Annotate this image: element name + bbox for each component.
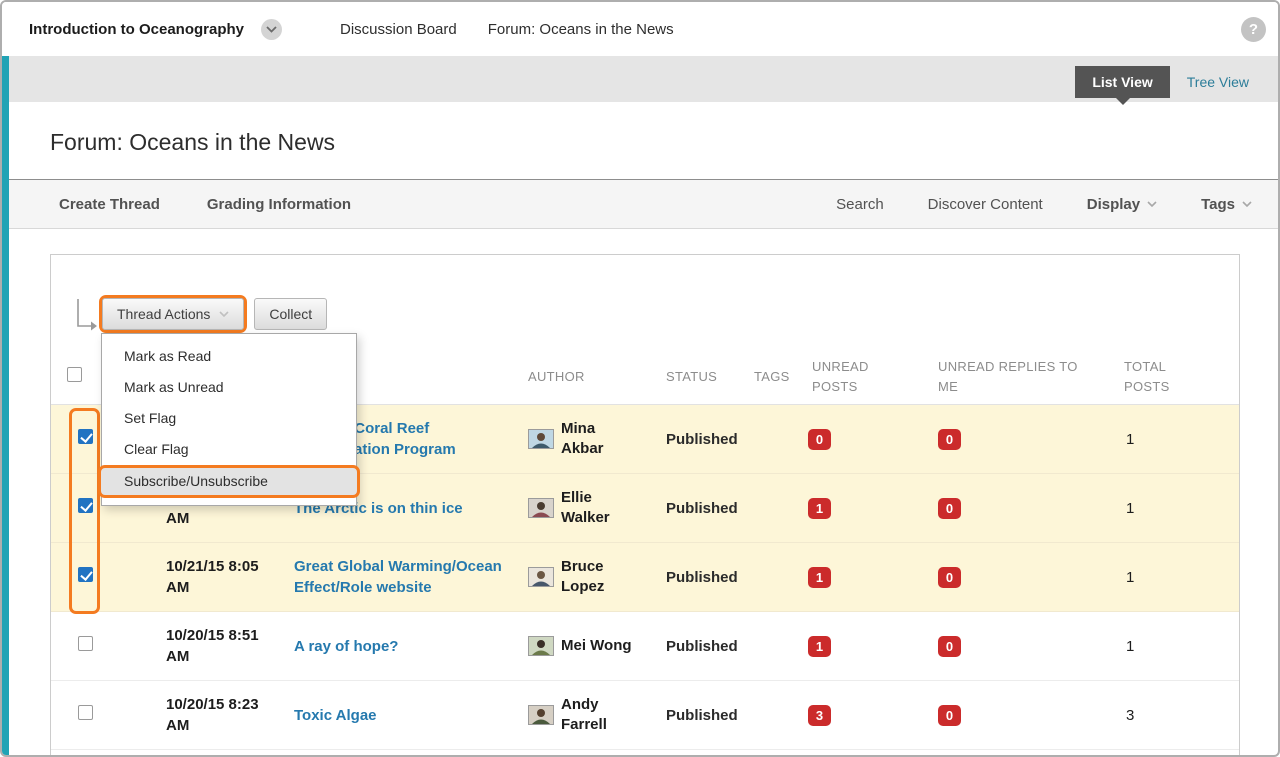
display-dropdown[interactable]: Display (1087, 196, 1157, 213)
breadcrumb: Discussion Board Forum: Oceans in the Ne… (340, 21, 674, 38)
thread-link[interactable]: Toxic Algae (294, 705, 377, 726)
chevron-down-icon (1147, 201, 1157, 207)
total-posts: 1 (1124, 500, 1239, 517)
thread-author: Ellie Walker (528, 488, 666, 528)
search-button[interactable]: Search (836, 196, 884, 213)
menu-item-set-flag[interactable]: Set Flag (102, 403, 356, 434)
top-bar: Introduction to Oceanography Discussion … (2, 2, 1278, 56)
thread-author: Andy Farrell (528, 695, 666, 735)
menu-item-clear-flag[interactable]: Clear Flag (102, 434, 356, 465)
author-avatar (528, 498, 554, 518)
thread-actions-highlight: Thread Actions (99, 295, 247, 333)
unread-posts-badge[interactable]: 0 (808, 429, 831, 450)
author-name: Bruce Lopez (561, 557, 641, 597)
thread-status: Published (666, 707, 754, 724)
total-posts: 1 (1124, 569, 1239, 586)
header-unread-replies: UNREAD REPLIES TO ME (938, 357, 1090, 397)
header-tags: TAGS (754, 367, 806, 387)
breadcrumb-discussion-board[interactable]: Discussion Board (340, 21, 457, 38)
display-dropdown-label: Display (1087, 196, 1140, 213)
unread-replies-badge[interactable]: 0 (938, 636, 961, 657)
unread-replies-badge[interactable]: 0 (938, 429, 961, 450)
page-title: Forum: Oceans in the News (50, 129, 1278, 156)
discover-content-button[interactable]: Discover Content (928, 196, 1043, 213)
author-name: Andy Farrell (561, 695, 641, 735)
tab-list-view-label: List View (1092, 74, 1152, 90)
author-avatar (528, 636, 554, 656)
row-checkbox[interactable] (78, 498, 93, 513)
thread-link[interactable]: Great Global Warming/Ocean Effect/Role w… (294, 556, 508, 598)
total-posts: 1 (1124, 638, 1239, 655)
breadcrumb-forum[interactable]: Forum: Oceans in the News (488, 21, 674, 38)
author-name: Mei Wong (561, 636, 632, 656)
apply-to-selected-arrow-icon (73, 297, 99, 337)
unread-replies-badge[interactable]: 0 (938, 567, 961, 588)
view-mode-bar: List View Tree View (2, 56, 1278, 102)
row-checkbox[interactable] (78, 429, 93, 444)
thread-actions-label: Thread Actions (117, 306, 210, 322)
action-bar-left: Create Thread Grading Information (59, 196, 351, 213)
thread-date: 10/21/15 8:05 AM (166, 556, 294, 598)
author-avatar (528, 567, 554, 587)
thread-date: 10/20/15 8:23 AM (166, 694, 294, 736)
thread-list-card: Thread Actions Collect Mark as Read Mark… (50, 254, 1240, 757)
thread-date: 10/20/15 8:51 AM (166, 625, 294, 667)
course-menu-chevron-icon[interactable] (261, 19, 282, 40)
thread-toolbar: Thread Actions Collect (73, 295, 327, 337)
help-icon[interactable]: ? (1241, 17, 1266, 42)
grading-information-button[interactable]: Grading Information (207, 196, 351, 213)
title-section: Forum: Oceans in the News (2, 102, 1278, 179)
tab-tree-view[interactable]: Tree View (1170, 66, 1266, 98)
author-avatar (528, 705, 554, 725)
table-row: 10/20/15 8:51 AM A ray of hope? Mei Wong… (51, 612, 1239, 681)
header-author: AUTHOR (528, 367, 666, 387)
table-row: 10/20/15 8:23 AM Toxic Algae Andy Farrel… (51, 681, 1239, 750)
menu-item-subscribe-unsubscribe[interactable]: Subscribe/Unsubscribe (98, 465, 360, 498)
thread-author: Mei Wong (528, 636, 666, 656)
collect-button[interactable]: Collect (254, 298, 327, 330)
course-title: Introduction to Oceanography (29, 21, 244, 38)
forum-page: Introduction to Oceanography Discussion … (0, 0, 1280, 757)
unread-posts-badge[interactable]: 1 (808, 498, 831, 519)
thread-status: Published (666, 569, 754, 586)
author-avatar (528, 429, 554, 449)
unread-posts-badge[interactable]: 1 (808, 636, 831, 657)
tags-dropdown-label: Tags (1201, 196, 1235, 213)
action-bar: Create Thread Grading Information Search… (2, 179, 1278, 229)
header-status: STATUS (666, 367, 754, 387)
thread-status: Published (666, 500, 754, 517)
thread-status: Published (666, 638, 754, 655)
row-checkbox[interactable] (78, 567, 93, 582)
unread-replies-badge[interactable]: 0 (938, 498, 961, 519)
table-row: 10/21/15 8:05 AM Great Global Warming/Oc… (51, 543, 1239, 612)
total-posts: 3 (1124, 707, 1239, 724)
thread-actions-menu: Mark as Read Mark as Unread Set Flag Cle… (101, 333, 357, 506)
thread-actions-button[interactable]: Thread Actions (102, 298, 244, 330)
author-name: Mina Akbar (561, 419, 641, 459)
total-posts: 1 (1124, 431, 1239, 448)
thread-status: Published (666, 431, 754, 448)
row-checkbox[interactable] (78, 636, 93, 651)
thread-link[interactable]: A ray of hope? (294, 636, 398, 657)
select-all-checkbox[interactable] (67, 367, 82, 382)
create-thread-button[interactable]: Create Thread (59, 196, 160, 213)
header-total-posts: TOTAL POSTS (1124, 357, 1186, 397)
tab-list-view[interactable]: List View (1075, 66, 1169, 98)
header-unread-posts: UNREAD POSTS (812, 357, 884, 397)
course-accent-stripe (2, 56, 9, 755)
row-checkbox[interactable] (78, 705, 93, 720)
active-tab-pointer-icon (1116, 98, 1130, 112)
chevron-down-icon (1242, 201, 1252, 207)
tags-dropdown[interactable]: Tags (1201, 196, 1252, 213)
author-name: Ellie Walker (561, 488, 641, 528)
unread-replies-badge[interactable]: 0 (938, 705, 961, 726)
thread-author: Bruce Lopez (528, 557, 666, 597)
unread-posts-badge[interactable]: 3 (808, 705, 831, 726)
unread-posts-badge[interactable]: 1 (808, 567, 831, 588)
action-bar-right: Search Discover Content Display Tags (836, 196, 1252, 213)
chevron-down-icon (219, 311, 229, 317)
menu-item-mark-as-unread[interactable]: Mark as Unread (102, 372, 356, 403)
menu-item-mark-as-read[interactable]: Mark as Read (102, 341, 356, 372)
thread-author: Mina Akbar (528, 419, 666, 459)
